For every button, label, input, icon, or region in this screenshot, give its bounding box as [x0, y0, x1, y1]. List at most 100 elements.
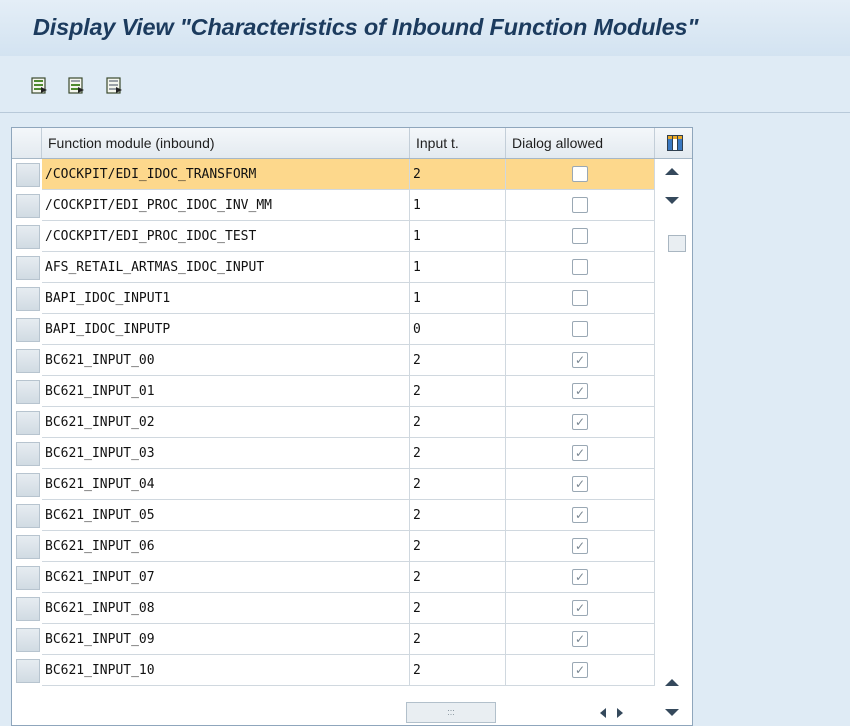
- table-row[interactable]: AFS_RETAIL_ARTMAS_IDOC_INPUT 1: [12, 252, 692, 283]
- input-type-cell[interactable]: 2: [410, 562, 506, 593]
- select-all-column-header[interactable]: [12, 128, 42, 158]
- function-module-cell[interactable]: BC621_INPUT_10: [42, 655, 410, 686]
- dialog-allowed-checkbox[interactable]: ✓: [572, 352, 588, 368]
- table-row[interactable]: BAPI_IDOC_INPUTP 0: [12, 314, 692, 345]
- select-block-icon[interactable]: [68, 77, 85, 94]
- function-module-cell[interactable]: BAPI_IDOC_INPUTP: [42, 314, 410, 345]
- table-row[interactable]: BAPI_IDOC_INPUT1 1: [12, 283, 692, 314]
- row-selector-button[interactable]: [16, 473, 40, 497]
- scroll-page-up-icon[interactable]: [665, 679, 679, 686]
- dialog-allowed-checkbox[interactable]: [572, 321, 588, 337]
- input-type-cell[interactable]: 2: [410, 531, 506, 562]
- row-selector-button[interactable]: [16, 504, 40, 528]
- input-type-cell[interactable]: 1: [410, 190, 506, 221]
- row-selector-button[interactable]: [16, 287, 40, 311]
- row-selector-button[interactable]: [16, 349, 40, 373]
- function-module-cell[interactable]: AFS_RETAIL_ARTMAS_IDOC_INPUT: [42, 252, 410, 283]
- function-module-cell[interactable]: BC621_INPUT_07: [42, 562, 410, 593]
- table-row[interactable]: BC621_INPUT_03 2 ✓: [12, 438, 692, 469]
- row-selector-button[interactable]: [16, 442, 40, 466]
- scroll-thumb[interactable]: [668, 235, 686, 252]
- table-row[interactable]: BC621_INPUT_09 2 ✓: [12, 624, 692, 655]
- dialog-allowed-checkbox[interactable]: [572, 228, 588, 244]
- function-module-cell[interactable]: BC621_INPUT_05: [42, 500, 410, 531]
- input-type-cell[interactable]: 0: [410, 314, 506, 345]
- row-selector-button[interactable]: [16, 194, 40, 218]
- function-module-cell[interactable]: /COCKPIT/EDI_IDOC_TRANSFORM: [42, 159, 410, 190]
- function-module-cell[interactable]: BC621_INPUT_06: [42, 531, 410, 562]
- input-type-cell[interactable]: 2: [410, 593, 506, 624]
- table-row[interactable]: BC621_INPUT_02 2 ✓: [12, 407, 692, 438]
- scroll-left-icon[interactable]: [600, 708, 606, 718]
- function-module-cell[interactable]: BC621_INPUT_02: [42, 407, 410, 438]
- dialog-allowed-checkbox[interactable]: ✓: [572, 569, 588, 585]
- scroll-page-down-icon[interactable]: [665, 709, 679, 716]
- row-selector-button[interactable]: [16, 225, 40, 249]
- input-type-cell[interactable]: 2: [410, 438, 506, 469]
- horizontal-scroll-thumb[interactable]: :::: [406, 702, 496, 723]
- input-type-cell[interactable]: 2: [410, 407, 506, 438]
- scroll-right-icon[interactable]: [617, 708, 623, 718]
- row-selector-button[interactable]: [16, 535, 40, 559]
- row-selector-button[interactable]: [16, 597, 40, 621]
- table-row[interactable]: BC621_INPUT_00 2 ✓: [12, 345, 692, 376]
- input-type-cell[interactable]: 2: [410, 624, 506, 655]
- function-module-cell[interactable]: /COCKPIT/EDI_PROC_IDOC_TEST: [42, 221, 410, 252]
- row-selector-button[interactable]: [16, 163, 40, 187]
- row-selector-button[interactable]: [16, 380, 40, 404]
- function-module-cell[interactable]: BC621_INPUT_08: [42, 593, 410, 624]
- dialog-allowed-checkbox[interactable]: ✓: [572, 600, 588, 616]
- function-module-cell[interactable]: BAPI_IDOC_INPUT1: [42, 283, 410, 314]
- dialog-allowed-checkbox[interactable]: ✓: [572, 445, 588, 461]
- input-type-cell[interactable]: 1: [410, 252, 506, 283]
- function-module-cell[interactable]: BC621_INPUT_04: [42, 469, 410, 500]
- column-header-function-module[interactable]: Function module (inbound): [42, 128, 410, 158]
- dialog-allowed-checkbox[interactable]: ✓: [572, 538, 588, 554]
- column-header-dialog-allowed[interactable]: Dialog allowed: [506, 128, 655, 158]
- dialog-allowed-checkbox[interactable]: [572, 197, 588, 213]
- row-selector-button[interactable]: [16, 566, 40, 590]
- dialog-allowed-checkbox[interactable]: [572, 290, 588, 306]
- scroll-up-icon[interactable]: [665, 168, 679, 175]
- table-row[interactable]: /COCKPIT/EDI_IDOC_TRANSFORM 2: [12, 159, 692, 190]
- function-module-cell[interactable]: BC621_INPUT_00: [42, 345, 410, 376]
- function-module-cell[interactable]: BC621_INPUT_01: [42, 376, 410, 407]
- dialog-allowed-checkbox[interactable]: [572, 166, 588, 182]
- input-type-cell[interactable]: 1: [410, 221, 506, 252]
- table-settings-button[interactable]: [655, 128, 692, 158]
- scroll-down-icon[interactable]: [665, 197, 679, 204]
- table-row[interactable]: BC621_INPUT_06 2 ✓: [12, 531, 692, 562]
- table-row[interactable]: BC621_INPUT_05 2 ✓: [12, 500, 692, 531]
- table-row[interactable]: /COCKPIT/EDI_PROC_IDOC_INV_MM 1: [12, 190, 692, 221]
- dialog-allowed-checkbox[interactable]: ✓: [572, 476, 588, 492]
- input-type-cell[interactable]: 2: [410, 345, 506, 376]
- column-header-input-type[interactable]: Input t.: [410, 128, 506, 158]
- input-type-cell[interactable]: 2: [410, 500, 506, 531]
- row-selector-button[interactable]: [16, 411, 40, 435]
- table-row[interactable]: BC621_INPUT_04 2 ✓: [12, 469, 692, 500]
- input-type-cell[interactable]: 2: [410, 469, 506, 500]
- input-type-cell[interactable]: 2: [410, 159, 506, 190]
- row-selector-button[interactable]: [16, 256, 40, 280]
- table-row[interactable]: BC621_INPUT_10 2 ✓: [12, 655, 692, 686]
- function-module-cell[interactable]: /COCKPIT/EDI_PROC_IDOC_INV_MM: [42, 190, 410, 221]
- dialog-allowed-checkbox[interactable]: ✓: [572, 662, 588, 678]
- input-type-cell[interactable]: 1: [410, 283, 506, 314]
- dialog-allowed-checkbox[interactable]: ✓: [572, 507, 588, 523]
- row-selector-button[interactable]: [16, 318, 40, 342]
- input-type-cell[interactable]: 2: [410, 376, 506, 407]
- row-selector-button[interactable]: [16, 659, 40, 683]
- select-all-icon[interactable]: [31, 77, 48, 94]
- function-module-cell[interactable]: BC621_INPUT_03: [42, 438, 410, 469]
- table-row[interactable]: BC621_INPUT_01 2 ✓: [12, 376, 692, 407]
- deselect-all-icon[interactable]: [106, 77, 123, 94]
- row-selector-button[interactable]: [16, 628, 40, 652]
- table-row[interactable]: /COCKPIT/EDI_PROC_IDOC_TEST 1: [12, 221, 692, 252]
- function-module-cell[interactable]: BC621_INPUT_09: [42, 624, 410, 655]
- input-type-cell[interactable]: 2: [410, 655, 506, 686]
- table-row[interactable]: BC621_INPUT_07 2 ✓: [12, 562, 692, 593]
- dialog-allowed-checkbox[interactable]: [572, 259, 588, 275]
- dialog-allowed-checkbox[interactable]: ✓: [572, 631, 588, 647]
- vertical-scrollbar[interactable]: [659, 159, 692, 725]
- dialog-allowed-checkbox[interactable]: ✓: [572, 383, 588, 399]
